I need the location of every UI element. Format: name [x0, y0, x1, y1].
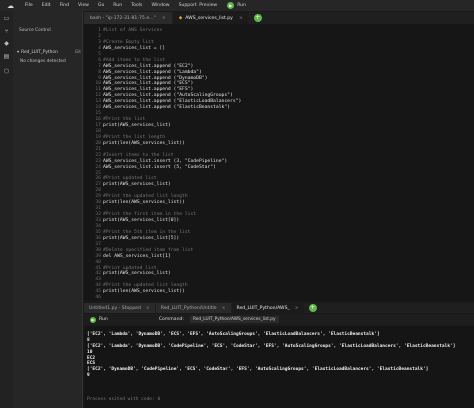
run-play-icon[interactable]: ▶ — [227, 2, 235, 9]
line-number: 46 — [95, 295, 101, 301]
source-control-panel: Source Control ▾ Red_LUIT_Python Git No … — [13, 11, 83, 408]
cube-icon[interactable]: ⬡ — [3, 68, 10, 75]
close-icon[interactable]: × — [162, 16, 166, 21]
run-toolbar: ▶ Run Command: Red_LUIT_Python/AWS_servi… — [84, 314, 474, 325]
aws-icon[interactable]: ◆ — [3, 40, 10, 47]
run-output[interactable]: ['EC2', 'Lambda', 'DynamoDB', 'ECS', 'EF… — [84, 326, 474, 408]
close-icon[interactable]: × — [146, 306, 150, 311]
tab-bash-terminal[interactable]: bash - "ip-172-31-81-75.e…" × — [84, 12, 172, 24]
activity-rail: ▭ ⑂ ◆ ▤ ⬡ — [0, 11, 13, 408]
run-button[interactable]: Run — [237, 3, 246, 8]
tab-label: bash - "ip-172-31-81-75.e…" — [90, 15, 156, 21]
menu-run[interactable]: Run — [113, 3, 122, 8]
code-editor[interactable]: 1 2 3 4 5 6 7 8 9 10 11 12 13 14 15 16 17 18 19 20 21 22 23 24 2… — [84, 24, 474, 301]
run-button[interactable]: Run — [99, 317, 108, 322]
menu-go[interactable]: Go — [98, 3, 104, 8]
menu-file[interactable]: File — [25, 3, 33, 8]
output-line: ['EC2', 'DynamoDB', 'CodePipeline', 'ECS… — [87, 367, 429, 373]
menu-window[interactable]: Window — [151, 3, 169, 8]
python-file-icon: ◆ — [178, 15, 183, 21]
repository-type-label: Git — [74, 50, 81, 55]
repository-item[interactable]: ▾ Red_LUIT_Python Git — [17, 50, 81, 55]
code-line[interactable]: AWS_services_list.insert (3, "CodePipeli… — [103, 159, 241, 165]
tab-label: Red_LUIT_Python/AWS_ — [236, 305, 290, 311]
source-control-icon[interactable]: ⑂ — [3, 28, 10, 35]
code-line[interactable]: AWS_services_list.append ("ElasticBeanst… — [103, 105, 241, 111]
menu-support[interactable]: Support — [179, 3, 197, 8]
menu-view[interactable]: View — [78, 3, 89, 8]
tab-label: Untitled1.py - Stopped — [89, 305, 141, 311]
editor-tab-bar: bash - "ip-172-31-81-75.e…" × ◆ AWS_serv… — [84, 12, 474, 24]
close-icon[interactable]: × — [239, 16, 243, 21]
no-changes-message: No changes detected — [20, 59, 66, 64]
menu-bar: ☁ File Edit Find View Go Run Tools Windo… — [0, 0, 474, 11]
tab-untitled1-stopped[interactable]: Untitled1.py - Stopped × — [84, 303, 155, 313]
tab-aws-services-list[interactable]: ◆ AWS_services_list.py × — [172, 12, 249, 24]
close-icon[interactable]: × — [295, 306, 299, 311]
preview-button[interactable]: Preview — [199, 3, 217, 8]
close-icon[interactable]: × — [222, 306, 226, 311]
chevron-down-icon[interactable]: ▾ — [17, 50, 19, 55]
tab-label: Red_LUIT_Python/Untitle — [160, 305, 217, 311]
run-panel-tab-bar: Untitled1.py - Stopped × Red_LUIT_Python… — [84, 303, 474, 313]
output-line: Process exited with code: 0 — [87, 396, 161, 402]
menu-tools[interactable]: Tools — [131, 3, 142, 8]
panel-title: Source Control — [19, 28, 51, 33]
cloud-logo-icon: ☁ — [7, 1, 14, 10]
package-icon[interactable]: ▤ — [3, 53, 10, 60]
command-label: Command: — [158, 317, 184, 322]
menu-edit[interactable]: Edit — [42, 3, 51, 8]
command-input[interactable]: Red_LUIT_Python/AWS_services_list.py — [189, 316, 279, 323]
add-tab-icon[interactable]: + — [253, 14, 262, 22]
output-line: ['EC2', 'Lambda', 'DynamoDB', 'CodePipel… — [87, 343, 456, 349]
tab-untitled-run[interactable]: Red_LUIT_Python/Untitle × — [155, 303, 231, 313]
folder-icon[interactable]: ▭ — [3, 15, 10, 22]
tab-label: AWS_services_list.py — [185, 15, 233, 21]
code-line[interactable] — [103, 295, 241, 301]
run-play-icon[interactable]: ▶ — [90, 316, 96, 323]
repository-name: Red_LUIT_Python — [21, 50, 58, 55]
code-content[interactable]: #List of AWS Services #Create Empty list A… — [103, 28, 241, 301]
tab-aws-run[interactable]: Red_LUIT_Python/AWS_ × — [231, 303, 304, 313]
add-tab-icon[interactable]: + — [308, 304, 317, 312]
menu-find[interactable]: Find — [60, 3, 69, 8]
line-number-gutter: 1 2 3 4 5 6 7 8 9 10 11 12 13 14 15 16 17 18 19 20 21 22 23 24 2… — [84, 28, 101, 301]
